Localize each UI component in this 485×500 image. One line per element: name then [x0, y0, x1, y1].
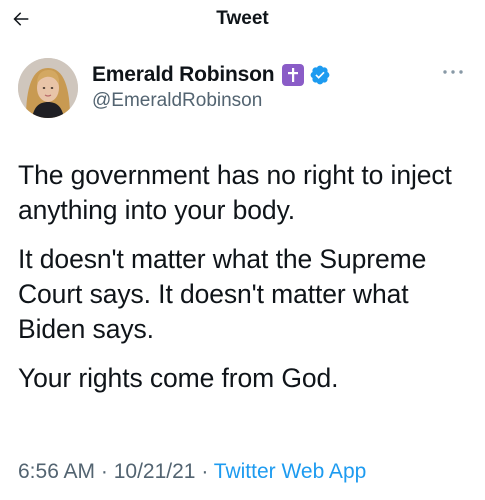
- more-options-button[interactable]: [440, 64, 466, 80]
- tweet-source-link[interactable]: Twitter Web App: [214, 460, 367, 483]
- profile-photo: [18, 58, 78, 118]
- meta-separator: ·: [95, 460, 114, 483]
- verified-badge-icon: [309, 64, 331, 86]
- avatar[interactable]: [18, 58, 78, 118]
- tweet-paragraph: Your rights come from God.: [18, 363, 339, 393]
- page-title: Tweet: [216, 8, 269, 29]
- tweet-paragraph: It doesn't matter what the Supreme Court…: [18, 244, 427, 344]
- more-options-icon: [443, 70, 463, 74]
- user-handle[interactable]: @EmeraldRobinson: [92, 90, 331, 112]
- meta-separator: ·: [195, 460, 214, 483]
- name-row: Emerald Robinson: [92, 62, 331, 88]
- latin-cross-icon: [282, 64, 305, 86]
- display-name[interactable]: Emerald Robinson: [92, 63, 275, 87]
- top-bar: Tweet: [0, 0, 485, 40]
- author-block: Emerald Robinson @EmeraldRobinson: [92, 62, 331, 112]
- tweet-date[interactable]: 10/21/21: [114, 460, 196, 483]
- tweet-text: The government has no right to inject an…: [18, 158, 473, 410]
- tweet-paragraph: The government has no right to inject an…: [18, 160, 452, 225]
- tweet-metadata: 6:56 AM · 10/21/21 · Twitter Web App: [18, 460, 366, 484]
- tweet-time[interactable]: 6:56 AM: [18, 460, 95, 483]
